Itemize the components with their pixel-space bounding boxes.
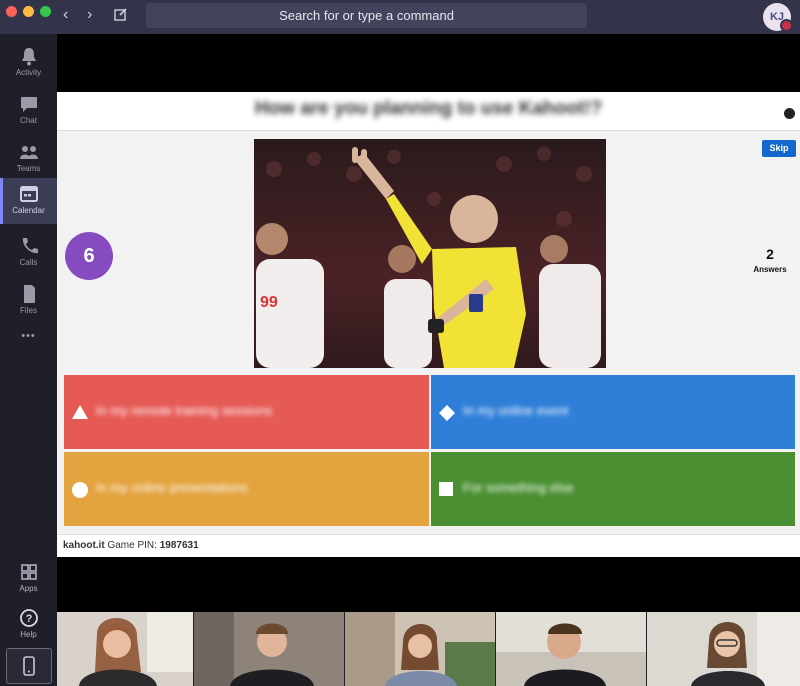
kahoot-site: kahoot.it [63,540,105,551]
circle-icon [72,482,88,498]
question-bar: How are you planning to use Kahoot!? [57,92,800,131]
rail-item-label: Chat [20,116,37,125]
rail-item-help[interactable]: ? Help [0,602,57,648]
answer-text: In my remote training sessions [96,403,273,418]
question-image: 99 [254,139,606,368]
rail-item-label: Activity [15,68,42,77]
more-apps-button[interactable]: ••• [0,330,57,352]
participant-video-tile[interactable] [194,612,344,686]
calendar-icon [19,186,38,202]
compose-icon[interactable] [114,7,128,26]
file-icon [23,285,35,303]
rail-item-calendar[interactable]: Calendar [0,178,57,224]
rail-item-label: Calls [19,258,38,267]
triangle-icon [72,405,88,419]
answers-count: 2 [766,246,774,262]
answer-option-4[interactable]: For something else [431,452,795,526]
device-button[interactable] [6,648,52,684]
mobile-device-icon [23,656,35,676]
kahoot-footer: kahoot.it Game PIN: 1987631 [57,534,800,557]
help-icon: ? [19,609,38,627]
rail-item-calls[interactable]: Calls [0,230,57,276]
game-pin-label: Game PIN: [107,540,157,551]
answer-text: In my online presentations [96,480,248,495]
rail-item-label: Apps [19,584,38,593]
answer-option-2[interactable]: In my online event [431,375,795,449]
answer-text: In my online event [463,403,569,418]
phone-icon [22,238,38,254]
participant-video-tile[interactable] [647,612,800,686]
square-icon [439,482,453,496]
search-input[interactable]: Search for or type a command [146,3,587,28]
fullscreen-toggle-icon[interactable] [784,108,795,119]
rail-item-activity[interactable]: Activity [0,40,57,86]
rail-item-label: Help [20,630,37,639]
answer-text: For something else [463,480,574,495]
rail-item-teams[interactable]: Teams [0,136,57,182]
title-bar: ‹ › Search for or type a command KJ [0,0,800,34]
participant-video-strip [57,612,800,686]
svg-text:99: 99 [260,294,278,311]
skip-button[interactable]: Skip [762,140,796,157]
user-avatar[interactable]: KJ [763,3,793,32]
participant-video-tile[interactable] [57,612,193,686]
kahoot-shared-screen: How are you planning to use Kahoot!? Ski… [57,92,800,557]
rail-item-label: Files [20,306,37,315]
question-title: How are you planning to use Kahoot!? [254,98,603,119]
participant-video-tile[interactable] [496,612,646,686]
presence-status-icon [780,19,793,32]
bell-icon [21,48,36,66]
forward-button[interactable]: › [87,7,92,23]
rail-item-apps[interactable]: Apps [0,556,57,602]
apps-icon [20,564,37,580]
svg-text:?: ? [25,613,32,625]
rail-item-chat[interactable]: Chat [0,88,57,134]
maximize-window-button[interactable] [40,6,51,17]
rail-item-label: Calendar [12,206,45,215]
game-pin: 1987631 [159,540,199,551]
back-button[interactable]: ‹ [63,7,68,23]
diamond-icon [439,405,455,421]
app-rail: Activity Chat Teams Calendar Calls Files… [0,34,57,686]
answer-option-3[interactable]: In my online presentations [64,452,429,526]
minimize-window-button[interactable] [23,6,34,17]
close-window-button[interactable] [6,6,17,17]
rail-item-files[interactable]: Files [0,278,57,324]
answer-option-1[interactable]: In my remote training sessions [64,375,429,449]
rail-item-label: Teams [16,164,41,173]
participant-video-tile[interactable] [345,612,495,686]
answers-label: Answers [753,265,787,274]
chat-icon [20,97,37,112]
countdown-timer: 6 [65,232,113,280]
teams-icon [19,146,38,159]
